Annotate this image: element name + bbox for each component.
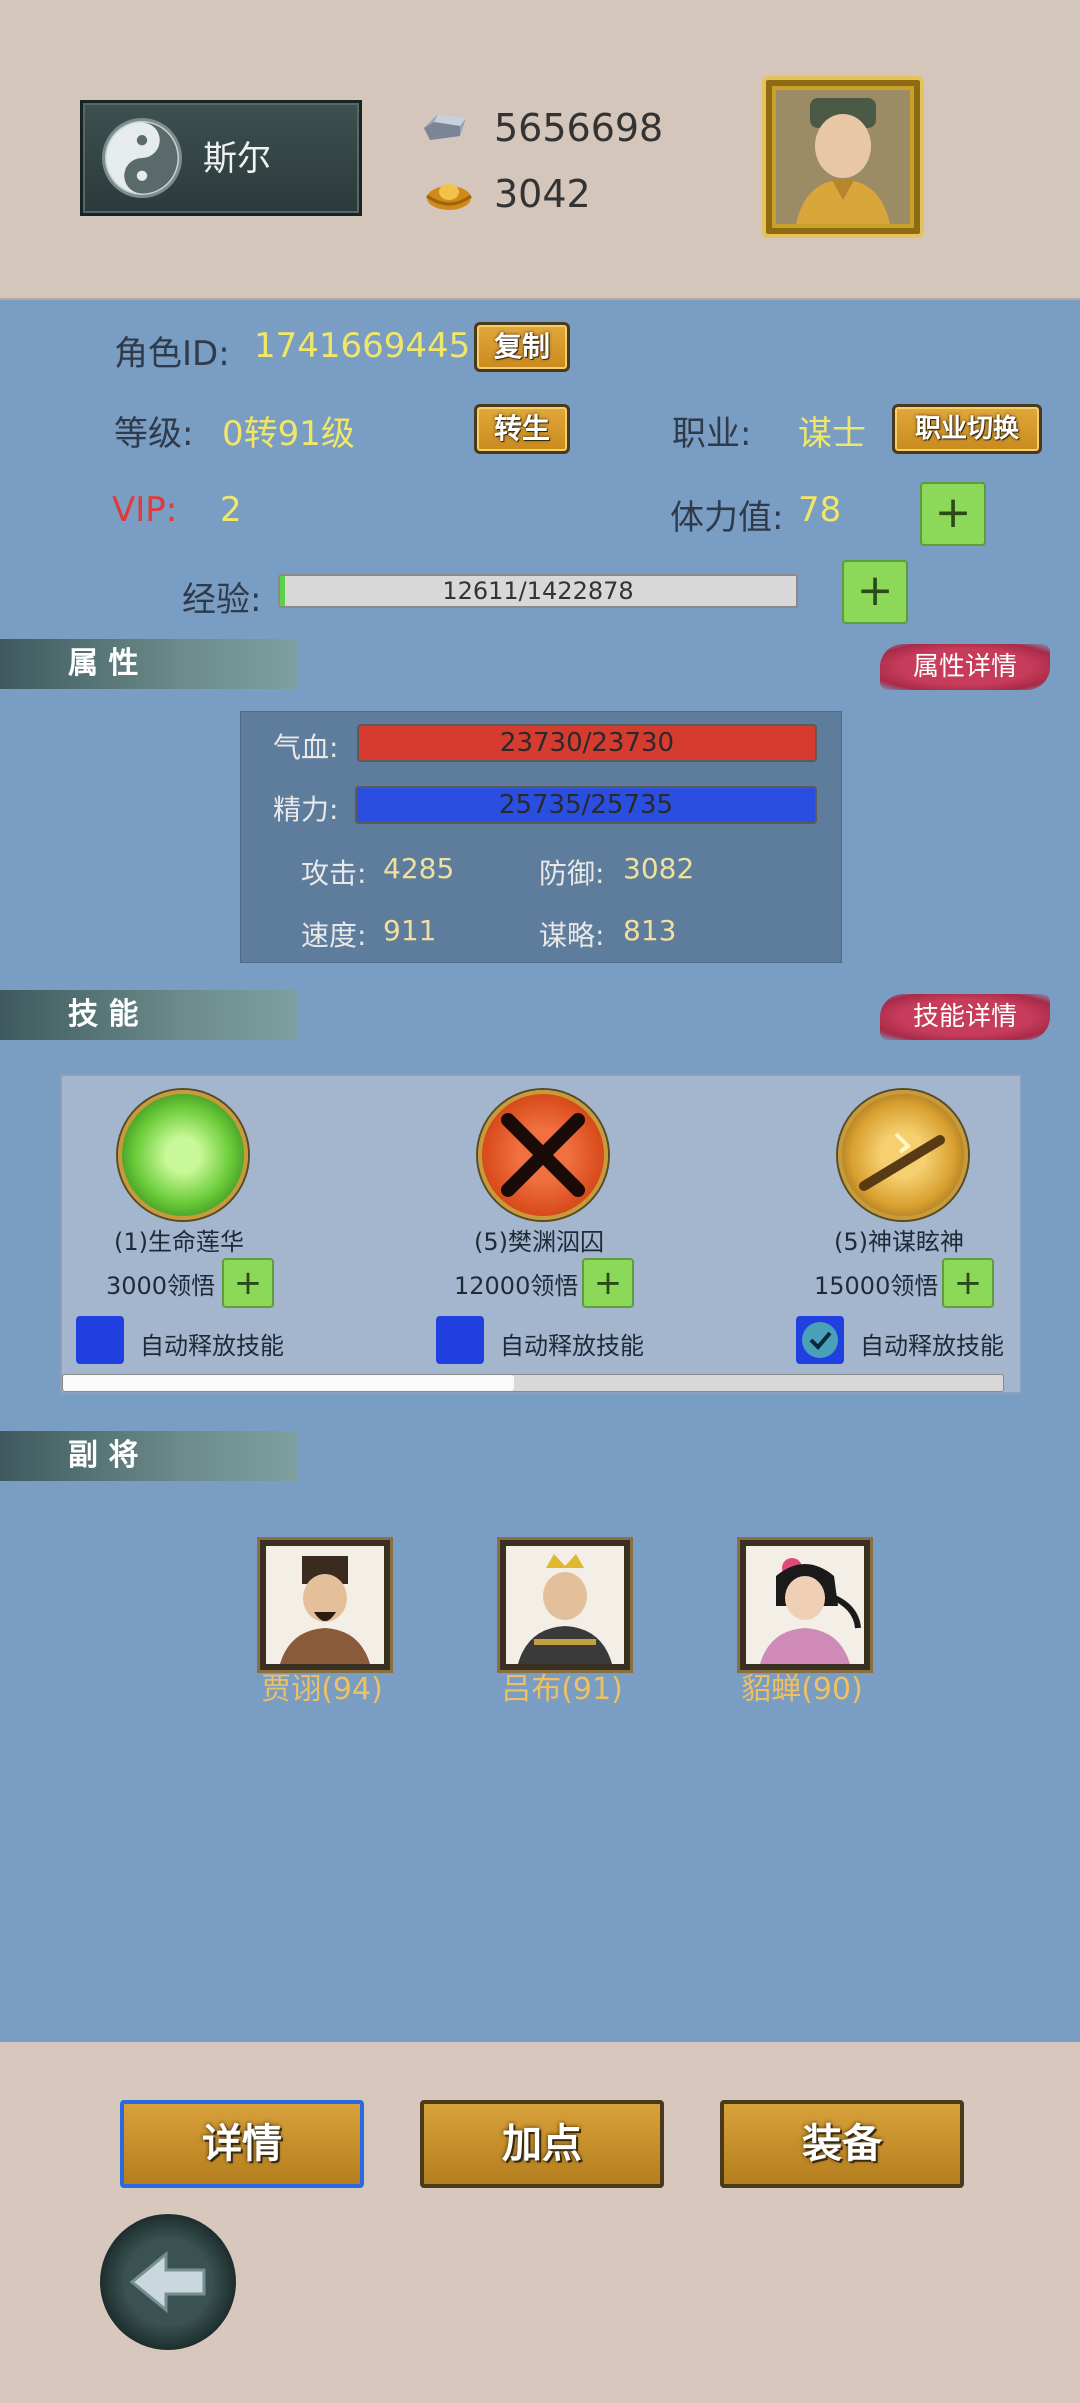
skill-2-cost: 12000领悟 [454,1272,579,1300]
general-3-name: 貂蝉(90) [741,1672,863,1707]
general-lvbu-portrait[interactable] [500,1540,630,1670]
silver-amount: 5656698 [494,106,664,150]
plus-icon: + [233,1263,263,1303]
player-avatar[interactable] [762,76,924,238]
check-icon [802,1322,838,1358]
level-label: 等级: [114,414,194,454]
taiji-icon [105,121,179,195]
skills-scrollbar[interactable] [62,1374,1004,1392]
skill-3-name: (5)神谋眩神 [834,1228,964,1256]
gold-ingot-icon [424,178,474,218]
gold-amount: 3042 [494,172,591,216]
plus-icon: + [593,1263,623,1303]
generals-section-header: 副 将 [0,1431,298,1481]
player-name: 斯尔 [203,139,271,179]
exp-bar: 12611/1422878 [278,574,798,608]
add-stamina-button[interactable]: + [920,482,986,546]
tab-add-points[interactable]: 加点 [420,2100,664,2188]
vip-value: 2 [220,490,242,530]
skills-box: (1)生命莲华 3000领悟 + 自动释放技能 (5)樊渊泅囚 12000领悟 … [60,1074,1022,1394]
skill-1-upgrade-button[interactable]: + [222,1258,274,1308]
skill-2-auto-checkbox[interactable] [436,1316,484,1364]
skill-1-cost: 3000领悟 [106,1272,216,1300]
attributes-section-header: 属 性 [0,639,298,689]
job-label: 职业: [672,414,752,454]
speed-value: 911 [383,914,437,947]
tab-equipment[interactable]: 装备 [720,2100,964,2188]
exp-label: 经验: [182,580,262,620]
attack-value: 4285 [383,852,455,885]
copy-id-button[interactable]: 复制 [474,322,570,372]
job-value: 谋士 [798,414,866,454]
mp-bar: 25735/25735 [355,786,817,824]
stamina-label: 体力值: [670,498,784,538]
general-1-name: 贾诩(94) [261,1672,383,1707]
hp-bar: 23730/23730 [357,724,817,762]
mp-label: 精力: [273,793,339,826]
back-button[interactable] [100,2214,236,2350]
back-arrow-icon [129,2250,206,2314]
top-header: 斯尔 5656698 3042 [0,0,1080,300]
role-id-value: 1741669445 [254,326,471,366]
skill-2-upgrade-button[interactable]: + [582,1258,634,1308]
skill-details-button[interactable]: 技能详情 [880,994,1050,1040]
sword-icon [859,1132,945,1191]
general-2-name: 吕布(91) [501,1672,623,1707]
job-switch-button[interactable]: 职业切换 [892,404,1042,454]
silver-ingot-icon [420,108,470,148]
speed-label: 速度: [301,919,367,952]
role-id-label: 角色ID: [114,334,230,374]
skill-3-cost: 15000领悟 [814,1272,939,1300]
skill-2-name: (5)樊渊泅囚 [474,1228,604,1256]
plus-icon: + [953,1263,983,1303]
skill-1-auto-label: 自动释放技能 [140,1332,284,1360]
plus-icon: + [934,487,972,538]
skill-1-name: (1)生命莲华 [114,1228,244,1256]
defense-label: 防御: [539,857,605,890]
skill-2-auto-label: 自动释放技能 [500,1332,644,1360]
defense-value: 3082 [623,852,695,885]
cross-icon [501,1113,585,1197]
general-jiaxu-portrait[interactable] [260,1540,390,1670]
skill-3-auto-checkbox[interactable] [796,1316,844,1364]
strategy-label: 谋略: [539,919,605,952]
attribute-details-button[interactable]: 属性详情 [880,644,1050,690]
general-diaochan-portrait[interactable] [740,1540,870,1670]
rebirth-button[interactable]: 转生 [474,404,570,454]
tab-details[interactable]: 详情 [120,2100,364,2188]
attack-label: 攻击: [301,857,367,890]
add-exp-button[interactable]: + [842,560,908,624]
level-value: 0转91级 [222,414,355,454]
skills-section-header: 技 能 [0,990,298,1040]
skills-scrollbar-thumb[interactable] [63,1375,514,1391]
skill-life-lotus-icon[interactable] [118,1090,248,1220]
skill-3-upgrade-button[interactable]: + [942,1258,994,1308]
vip-label: VIP: [112,490,178,530]
player-name-plate[interactable]: 斯尔 [80,100,362,216]
strategy-value: 813 [623,914,677,947]
exp-text: 12611/1422878 [442,577,634,605]
skill-fan-yuan-icon[interactable] [478,1090,608,1220]
hp-label: 气血: [273,731,339,764]
plus-icon: + [856,565,894,616]
skill-divine-scheme-icon[interactable] [838,1090,968,1220]
stamina-value: 78 [798,490,842,530]
skill-3-auto-label: 自动释放技能 [860,1332,1004,1360]
skill-1-auto-checkbox[interactable] [76,1316,124,1364]
attributes-box: 气血: 23730/23730 精力: 25735/25735 攻击: 4285… [240,711,842,963]
